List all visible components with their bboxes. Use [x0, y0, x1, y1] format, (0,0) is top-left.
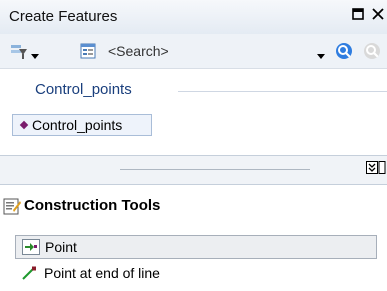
group-divider: [178, 91, 387, 92]
point-tool-icon: [22, 239, 40, 260]
window-titlebar: Create Features: [0, 0, 387, 35]
view-options-icon[interactable]: [79, 42, 97, 65]
template-group-header: Control_points: [35, 81, 132, 98]
organize-templates-icon[interactable]: [9, 43, 31, 66]
window-title: Create Features: [9, 8, 118, 25]
clear-search-icon[interactable]: [362, 41, 382, 66]
tool-label: Point at end of line: [44, 265, 160, 281]
dropdown-arrow-icon[interactable]: [31, 47, 39, 65]
splitter-line: [120, 169, 310, 170]
close-icon[interactable]: [372, 7, 384, 23]
pane-splitter[interactable]: [0, 155, 387, 185]
construction-tools-header: Construction Tools: [0, 191, 387, 221]
search-input[interactable]: [108, 42, 308, 60]
construction-tools-title: Construction Tools: [24, 197, 161, 214]
collapse-panel-icon[interactable]: [366, 161, 386, 178]
tool-point-at-end-of-line[interactable]: Point at end of line: [15, 262, 377, 286]
search-icon[interactable]: [334, 41, 354, 66]
pin-box-icon[interactable]: [352, 7, 364, 23]
construction-tools-icon: [3, 197, 21, 220]
template-item-label: Control_points: [32, 117, 123, 133]
template-item[interactable]: Control_points: [12, 114, 152, 136]
search-dropdown-icon[interactable]: [317, 47, 325, 65]
tool-point[interactable]: Point: [15, 235, 377, 259]
point-symbol-icon: [19, 120, 29, 130]
tool-label: Point: [45, 239, 77, 255]
point-at-end-of-line-icon: [21, 265, 39, 286]
